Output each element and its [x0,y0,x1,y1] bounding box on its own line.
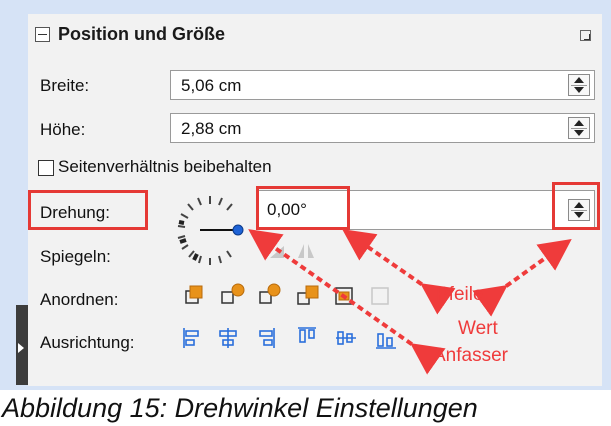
annotation-handle-label: Anfasser [433,345,508,366]
annotation-value-label: Wert [458,318,498,339]
figure-caption: Abbildung 15: Drehwinkel Einstellungen [2,393,478,423]
annotation-arrows-label: Pfeile [436,284,484,305]
annotation-arrows [248,229,572,375]
